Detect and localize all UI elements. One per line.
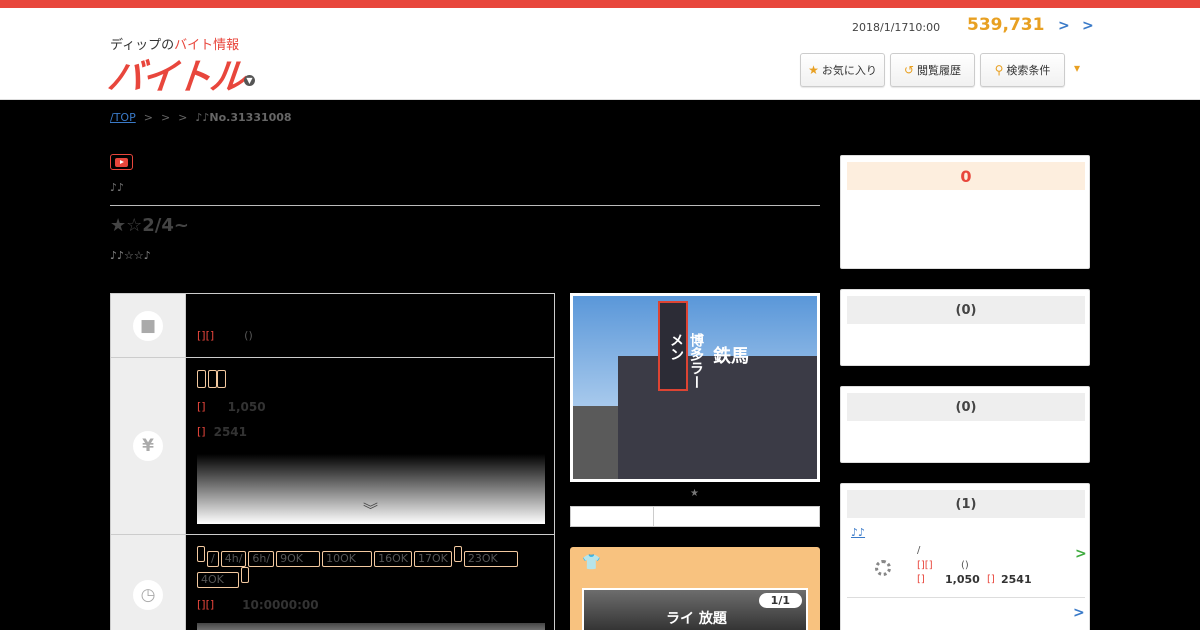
- time-tag: 6h/: [248, 551, 275, 567]
- pay-label: []: [197, 400, 206, 413]
- related-label: []: [987, 574, 995, 585]
- search-icon: ⚲: [994, 63, 1004, 77]
- related-link[interactable]: ♪♪: [851, 526, 885, 539]
- yen-icon: ¥: [133, 431, 163, 461]
- time-tag: 10OK: [322, 551, 373, 567]
- time-tag: /: [207, 551, 219, 567]
- update-date: 2018/1/1710:00: [852, 21, 941, 34]
- time-tag: 16OK: [374, 551, 412, 567]
- uniform-photo[interactable]: ライ 放題 1/1: [582, 588, 808, 630]
- briefcase-icon: ■: [133, 310, 163, 341]
- pay-row: ¥ [] 1,050 [] 2541 ︾: [111, 358, 554, 535]
- star-icon: ★: [808, 63, 819, 77]
- breadcrumb: /TOP > > > ♪♪No.31331008: [110, 111, 292, 124]
- time-row-header: ◷: [111, 535, 186, 630]
- time-tag: 17OK: [413, 551, 452, 567]
- chevron-double-down-icon[interactable]: ︾: [363, 499, 378, 520]
- related-example: 2541: [1001, 573, 1032, 586]
- time-tag: [197, 546, 205, 562]
- sidebar-heading: (1): [847, 490, 1085, 518]
- time-tag: 23OK: [463, 551, 518, 567]
- history-button[interactable]: ↺ 閲覧履歴: [890, 53, 975, 87]
- uniform-photo-text: ライ 放題: [666, 611, 727, 627]
- video-icon[interactable]: [110, 154, 133, 170]
- related-value: (): [961, 560, 969, 571]
- time-tag: [241, 567, 249, 583]
- sidebar-heading: (0): [847, 296, 1085, 324]
- related-label: []: [917, 574, 925, 585]
- work-row: ■ [][] (): [111, 294, 554, 358]
- job-info-table: ■ [][] () ¥ [] 1,050 [] 2541 ︾ ◷ /4h/6h/…: [110, 293, 555, 630]
- apply-count: 0: [847, 162, 1085, 190]
- breadcrumb-top-link[interactable]: /TOP: [110, 111, 136, 124]
- photo-indicator-dot[interactable]: ★: [690, 488, 699, 499]
- pay-example: 2541: [213, 425, 247, 439]
- time-tag: 4OK: [197, 572, 239, 588]
- pay-label: []: [197, 425, 206, 438]
- time-tag: 9OK: [276, 551, 321, 567]
- photo-counter: 1/1: [758, 593, 802, 608]
- chevron-down-icon[interactable]: ▾: [1074, 61, 1080, 75]
- history-icon: ↺: [903, 63, 915, 77]
- site-logo[interactable]: バイトル: [105, 48, 246, 100]
- divider: [110, 205, 820, 206]
- uniform-section: 👕 ライ 放題 1/1: [570, 547, 820, 630]
- store-sign: 博多ラーメン: [658, 301, 704, 391]
- pay-tag: [208, 370, 217, 388]
- store-name: 鉄馬: [713, 346, 749, 367]
- search-conditions-button[interactable]: ⚲ 検索条件: [980, 53, 1065, 87]
- work-label: [][]: [197, 329, 215, 342]
- related-hourly: 1,050: [945, 573, 980, 586]
- job-subnotes: ♪♪☆☆♪: [110, 249, 151, 262]
- time-label: [][]: [197, 598, 215, 611]
- related-slash: /: [917, 545, 921, 556]
- breadcrumb-current: ♪♪No.31331008: [195, 111, 292, 124]
- pay-expand-area[interactable]: ︾: [197, 454, 545, 524]
- breadcrumb-separator: >: [178, 111, 188, 124]
- clock-icon: ◷: [133, 580, 163, 610]
- time-row: ◷ /4h/6h/9OK 10OK 16OK 17OK 23OK 4OK [][] 10:…: [111, 535, 554, 630]
- pay-tag: [217, 370, 226, 388]
- favorites-button[interactable]: ★ お気に入り: [800, 53, 885, 87]
- loading-spinner-icon: [875, 560, 891, 576]
- work-value: (): [244, 329, 253, 342]
- top-accent-bar: [0, 0, 1200, 8]
- breadcrumb-separator: >: [143, 111, 153, 124]
- pay-tag: [197, 370, 206, 388]
- photo-tabs[interactable]: [570, 506, 820, 527]
- time-tag: 4h/: [220, 551, 247, 567]
- history-label: 閲覧履歴: [917, 64, 962, 77]
- job-catchphrase: ★☆2/4~: [110, 215, 189, 236]
- chevron-right-icon[interactable]: >: [1058, 18, 1070, 34]
- sidebar-box-2: (0): [840, 289, 1090, 366]
- search-conditions-label: 検索条件: [1006, 64, 1051, 77]
- breadcrumb-separator: >: [160, 111, 171, 124]
- logo-dropdown-icon[interactable]: ▼: [244, 75, 255, 86]
- time-tag: [453, 546, 462, 562]
- pay-hourly: 1,050: [227, 400, 266, 414]
- related-label: [][]: [917, 560, 933, 571]
- chevron-right-icon[interactable]: >: [1082, 18, 1094, 34]
- sidebar-box-related: (1) ♪♪ / [][] () [] 1,050 [] 2541 > >: [840, 483, 1090, 630]
- pay-row-header: ¥: [111, 358, 186, 534]
- sidebar-box-apply: 0: [840, 155, 1090, 269]
- shirt-icon: 👕: [582, 553, 601, 571]
- time-expand-area[interactable]: [197, 623, 545, 630]
- work-row-header: ■: [111, 294, 186, 357]
- sidebar-box-3: (0): [840, 386, 1090, 463]
- chevron-right-icon[interactable]: >: [1073, 605, 1085, 621]
- divider: [847, 597, 1085, 598]
- job-notes: ♪♪: [110, 181, 125, 194]
- sidebar-heading: (0): [847, 393, 1085, 421]
- favorites-label: お気に入り: [821, 64, 877, 77]
- pay-tags: [197, 370, 228, 392]
- time-value: 10:0000:00: [242, 598, 319, 612]
- chevron-right-icon[interactable]: >: [1075, 546, 1087, 562]
- job-count: 539,731: [967, 15, 1045, 35]
- building: [618, 356, 817, 479]
- time-tags: /4h/6h/9OK 10OK 16OK 17OK 23OK 4OK: [197, 546, 537, 588]
- site-header: ディップのバイト情報 バイトル ▼ 2018/1/1710:00 539,731…: [0, 8, 1200, 100]
- store-photo[interactable]: 博多ラーメン 鉄馬: [570, 293, 820, 482]
